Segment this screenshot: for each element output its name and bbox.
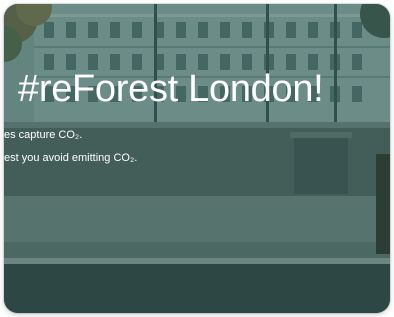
banner-headline: #reForest London!: [18, 68, 324, 110]
reforest-banner-card[interactable]: #reForest London! es capture CO₂. est yo…: [4, 4, 390, 313]
banner-caption-line-2: est you avoid emitting CO₂.: [4, 152, 138, 164]
banner-caption-line-1: es capture CO₂.: [4, 129, 83, 141]
